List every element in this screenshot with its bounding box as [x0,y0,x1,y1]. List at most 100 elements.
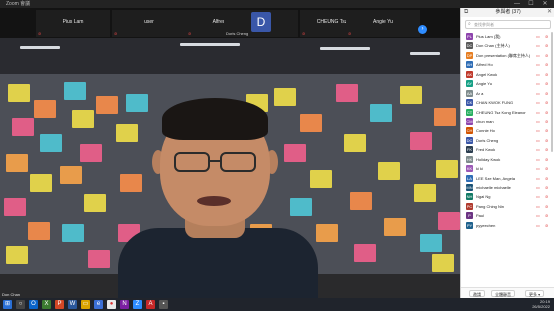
video-off-icon: ▭ [536,147,540,153]
powerpoint-icon[interactable]: P [55,300,64,309]
onenote-icon[interactable]: N [120,300,129,309]
muted-mic-icon: ⊘ [545,118,549,124]
panel-scrollbar[interactable] [551,32,553,152]
avatar: PY [466,221,473,229]
sticky-note [84,194,106,212]
speaker-hair [162,98,268,140]
participant-tile[interactable]: Pius Lam ⊘ [36,10,110,37]
mute-all-button[interactable]: 全體靜音 [491,290,515,297]
video-off-icon: ▭ [536,175,540,181]
muted-mic-icon: ⊘ [545,166,549,172]
sticky-note [434,108,456,126]
muted-mic-icon: ⊘ [545,175,549,181]
window-titlebar: Zoom 會議 — ☐ ✕ [0,0,554,8]
participant-row[interactable]: CK CHAN KWOK FUNG ▭ ⊘ [461,98,554,107]
system-clock[interactable]: 20:19 26/5/2022 [532,299,550,309]
participant-list: PL Pius Lam (我) ▭ ⊘ DC Don Chan (主持人) ▭ ⊘ DP Don … [461,32,554,230]
participant-row[interactable]: DP Don presentation (聯席主持人) ▭ ⊘ [461,51,554,60]
participant-row[interactable]: AH Alfred Ho ▭ ⊘ [461,60,554,69]
excel-icon[interactable]: X [42,300,51,309]
avatar: PL [466,33,473,40]
video-off-icon: ▭ [536,90,540,96]
sticky-note [336,84,358,102]
participant-row[interactable]: AA Ar a ▭ ⊘ [461,89,554,98]
window-title: Zoom 會議 [6,1,31,7]
chrome-icon[interactable]: ● [107,300,116,309]
avatar: P [466,212,473,220]
participant-row[interactable]: MN michaelle michaelle ▭ ⊘ [461,183,554,192]
close-window-icon[interactable]: ✕ [538,0,552,8]
participant-tile-avatar[interactable]: D Doris Cheng [224,10,298,37]
search-taskbar-icon[interactable]: ○ [16,300,25,309]
outlook-icon[interactable]: O [29,300,38,309]
sticky-note [120,174,142,192]
maximize-icon[interactable]: ☐ [524,0,538,8]
participant-row[interactable]: CM chun man ▭ ⊘ [461,117,554,126]
avatar: CH [466,127,473,135]
folder-icon[interactable]: ▭ [81,300,90,309]
participant-row[interactable]: P Paul ▭ ⊘ [461,211,554,220]
close-panel-icon[interactable]: ✕ [547,8,552,17]
glasses-right [220,152,256,172]
app-icon[interactable]: ▪ [159,300,168,309]
muted-mic-icon: ⊘ [545,71,549,77]
windows-start-icon[interactable]: ⊞ [3,300,12,309]
avatar: AK [466,70,473,78]
participants-panel: ⧉ 參與者 (37) ✕ ⌕ 查找參與者 PL Pius Lam (我) ▭ ⊘ DC D… [460,8,554,298]
sticky-note [384,218,406,236]
word-icon[interactable]: W [68,300,77,309]
avatar: CT [466,108,473,116]
participant-row[interactable]: DC Doris Cheng ▭ ⊘ [461,136,554,145]
invite-button[interactable]: 邀請 [469,290,485,297]
muted-mic-icon: ⊘ [545,100,549,106]
avatar: KK [466,165,473,173]
participant-row[interactable]: FK Fred Kwok ▭ ⊘ [461,145,554,154]
participant-row[interactable]: NH Ngai Ng ▭ ⊘ [461,192,554,201]
sticky-note [8,84,30,102]
more-button[interactable]: 更多 ▾ [525,290,545,297]
muted-mic-icon: ⊘ [545,34,549,39]
muted-mic-icon: ⊘ [545,81,549,87]
muted-mic-icon: ⊘ [545,109,549,115]
sticky-note [378,162,400,180]
participant-row[interactable]: DC Don Chan (主持人) ▭ ⊘ [461,41,554,50]
sticky-note [300,114,322,132]
edge-icon[interactable]: e [94,300,103,309]
participant-row[interactable]: KK ki ki ▭ ⊘ [461,164,554,173]
sticky-note [284,144,306,162]
video-off-icon: ▭ [536,156,540,162]
sticky-note [344,134,366,152]
zoom-icon[interactable]: Z [133,300,142,309]
sticky-note [60,166,82,184]
participant-row[interactable]: CT CHEUNG Tsz Kong Eleanor ▭ ⊘ [461,108,554,117]
speaker-body [118,228,318,298]
participant-row[interactable]: AK Angel Kwok ▭ ⊘ [461,70,554,79]
participant-row[interactable]: CH Connie Ho ▭ ⊘ [461,126,554,135]
sticky-note [88,250,110,268]
participant-tile[interactable]: user ⊘ [112,10,186,37]
participant-name: Paul [476,213,485,219]
minimize-icon[interactable]: — [510,0,524,8]
participant-tile[interactable]: Angie Yu ⊘ [346,10,420,37]
avatar: AH [466,61,473,69]
sticky-note [116,124,138,142]
avatar: HK [466,155,473,163]
tile-name: Angie Yu [373,19,393,25]
muted-mic-icon: ⊘ [188,31,192,36]
gallery-strip: Pius Lam ⊘ user ⊘ Alfred Ho ⊘ D Doris Ch… [0,8,460,38]
acrobat-icon[interactable]: A [146,300,155,309]
participant-search-input[interactable]: ⌕ 查找參與者 [465,20,551,29]
participant-row[interactable]: PC Pang Ching Nin ▭ ⊘ [461,202,554,211]
video-off-icon: ▭ [536,71,540,77]
participant-row[interactable]: HK Holiday Kwok ▭ ⊘ [461,155,554,164]
participant-row[interactable]: PY pyyeechen ▭ ⊘ [461,221,554,230]
participant-name: Don presentation (聯席主持人) [476,52,531,58]
participant-row[interactable]: LA LEE Sze Man, Angela ▭ ⊘ [461,174,554,183]
muted-mic-icon: ⊘ [348,31,352,36]
next-page-button[interactable]: › [418,25,427,34]
participant-row[interactable]: PL Pius Lam (我) ▭ ⊘ [461,32,554,41]
panel-title: 參與者 (37) [495,9,521,15]
popout-icon[interactable]: ⧉ [464,8,468,17]
participant-row[interactable]: AY Angie Yu ▭ ⊘ [461,79,554,88]
sticky-note [350,192,372,210]
